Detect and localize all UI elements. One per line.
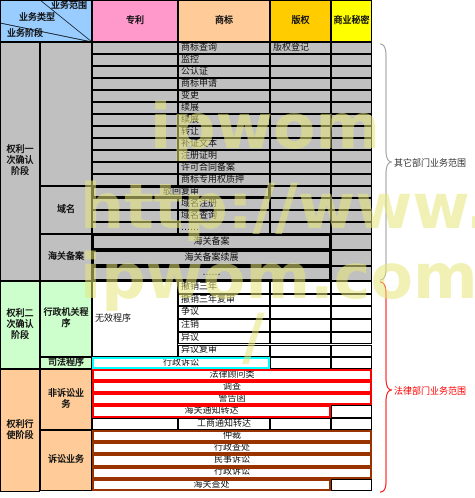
legal-brace-icon (379, 281, 393, 493)
other-dept-label: 其它部门业务范围 (394, 159, 467, 169)
decorations (0, 0, 393, 493)
header-diagonal (0, 22, 93, 43)
legal-dept-label: 法律部门业务范围 (394, 387, 467, 397)
other-brace-icon (379, 43, 393, 281)
header-diagonal (39, 0, 93, 43)
